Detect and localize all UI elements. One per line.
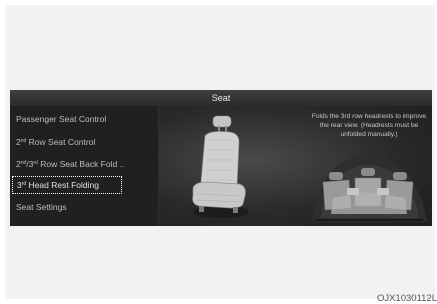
menu-item-2nd-3rd-row-seat-back-fold[interactable]: 2nd/3rd Row Seat Back Fold .. [10,152,156,174]
screen-title: Seat [10,90,432,106]
page: Seat Passenger Seat Control 2nd Row Seat… [0,0,437,304]
content-panel: Folds the 3rd row headrests to improve t… [159,106,432,226]
menu-item-passenger-seat-control[interactable]: Passenger Seat Control [10,108,156,130]
infotainment-screen: Seat Passenger Seat Control 2nd Row Seat… [10,90,432,226]
menu-item-2nd-row-seat-control[interactable]: 2nd Row Seat Control [10,130,156,152]
menu-item-3rd-head-rest-folding[interactable]: 3rd Head Rest Folding [12,176,122,194]
rear-cabin-illustration [313,154,427,222]
seat-menu: Passenger Seat Control 2nd Row Seat Cont… [10,108,156,226]
feature-description: Folds the 3rd row headrests to improve t… [311,113,427,138]
figure-code: OJX1030112L [376,293,437,304]
single-seat-illustration [192,115,249,218]
menu-item-seat-settings[interactable]: Seat Settings [10,196,156,218]
